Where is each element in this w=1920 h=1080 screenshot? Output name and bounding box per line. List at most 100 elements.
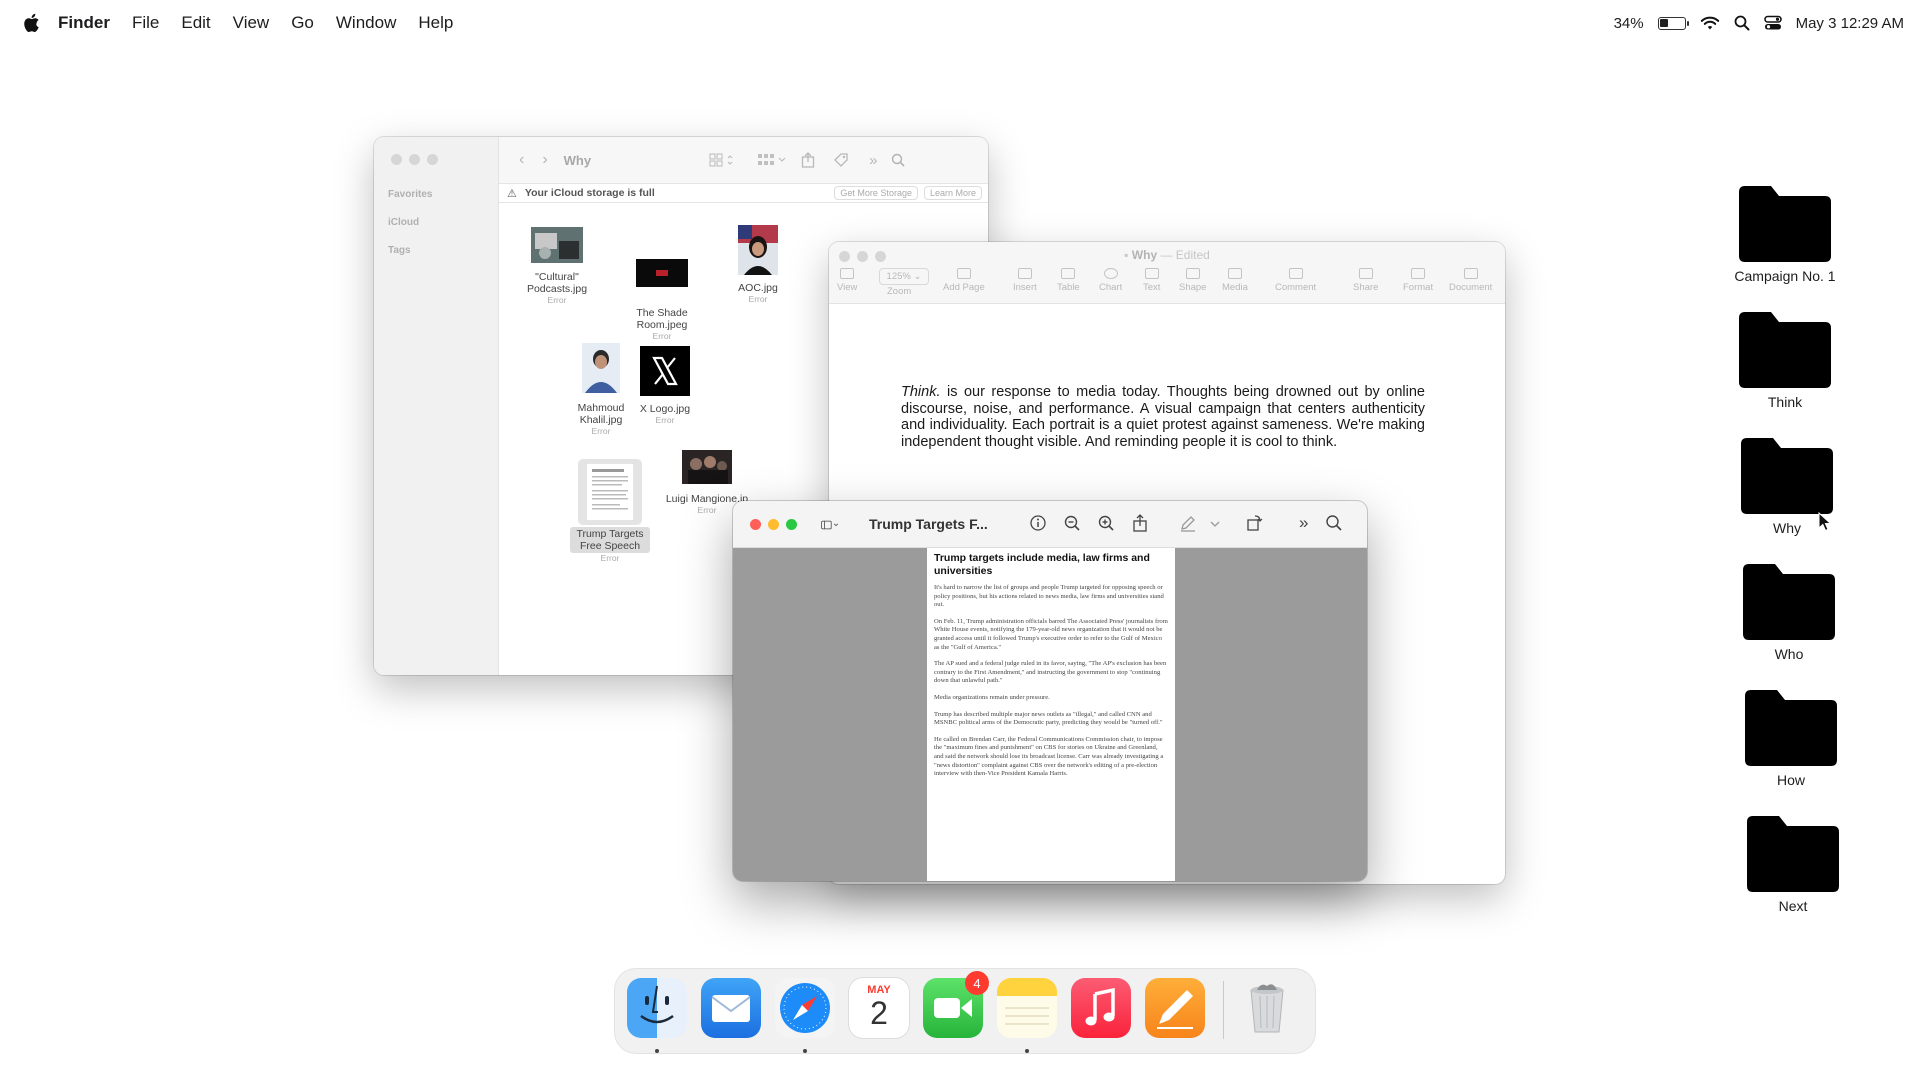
share-icon[interactable]	[801, 152, 815, 168]
apple-menu-icon[interactable]	[22, 13, 40, 33]
sidebar-section-favorites[interactable]: Favorites	[388, 189, 432, 200]
dock-finder-icon[interactable]	[627, 978, 687, 1038]
more-chevrons-icon[interactable]: »	[1299, 513, 1317, 532]
sidebar-section-icloud[interactable]: iCloud	[388, 217, 419, 228]
body-text: is our response to media today. Thoughts…	[901, 384, 1425, 450]
tool-label: Insert	[1013, 282, 1037, 293]
desktop-folder-why[interactable]: Why	[1717, 436, 1857, 536]
back-chevron-icon[interactable]: ‹	[519, 151, 524, 169]
document-thumbnail-icon	[585, 462, 635, 522]
tool-zoom-label: Zoom	[887, 286, 911, 297]
notes-lines-icon	[1005, 1007, 1049, 1025]
search-icon[interactable]	[891, 153, 906, 167]
icloud-storage-notice: ⚠ Your iCloud storage is full Get More S…	[499, 183, 988, 203]
zoom-in-icon[interactable]	[1097, 514, 1115, 532]
image-thumbnail-icon	[636, 259, 688, 287]
running-indicator	[803, 1049, 807, 1053]
icon-view-icon[interactable]	[709, 153, 735, 167]
tool-document[interactable]: Document	[1449, 268, 1492, 293]
folder-icon	[1741, 438, 1833, 514]
minimize-button[interactable]	[768, 519, 779, 530]
article-paragraph: Trump has described multiple major news …	[934, 710, 1163, 727]
file-name: AOC.jpg	[738, 282, 778, 294]
menu-view[interactable]: View	[233, 13, 270, 33]
more-chevrons-icon[interactable]: »	[869, 152, 877, 169]
markup-pen-icon[interactable]	[1179, 514, 1197, 532]
file-item[interactable]: AOC.jpg Error	[713, 225, 803, 304]
menu-edit[interactable]: Edit	[181, 13, 210, 33]
preview-window[interactable]: Trump Targets F... » Trump targets inclu…	[733, 501, 1367, 881]
dock-notes-icon[interactable]	[997, 978, 1057, 1038]
zoom-button[interactable]	[786, 519, 797, 530]
tool-shape[interactable]: Shape	[1179, 268, 1206, 293]
search-icon[interactable]	[1325, 514, 1343, 532]
image-thumbnail-icon	[738, 225, 778, 275]
sidebar-section-tags[interactable]: Tags	[388, 245, 411, 256]
tool-comment[interactable]: Comment	[1275, 268, 1316, 293]
close-button[interactable]	[391, 154, 402, 165]
tool-share[interactable]: Share	[1353, 268, 1378, 293]
rotate-icon[interactable]	[1245, 514, 1263, 532]
tool-view[interactable]: View	[837, 268, 857, 293]
folder-label: Why	[1773, 520, 1801, 536]
tool-media[interactable]: Media	[1222, 268, 1248, 293]
article-paragraph: On Feb. 11, Trump administration officia…	[934, 617, 1168, 651]
chevron-down-icon[interactable]	[1209, 514, 1221, 532]
info-icon[interactable]	[1029, 514, 1047, 532]
desktop-folder-who[interactable]: Who	[1719, 562, 1859, 662]
file-item[interactable]: The Shade Room.jpeg Error	[617, 259, 707, 341]
share-icon[interactable]	[1131, 514, 1149, 532]
desktop-folder-think[interactable]: Think	[1715, 310, 1855, 410]
tool-table[interactable]: Table	[1057, 268, 1080, 293]
menu-window[interactable]: Window	[336, 13, 396, 33]
dock-safari-icon[interactable]	[775, 978, 835, 1038]
close-button[interactable]	[750, 519, 761, 530]
pages-document-body[interactable]: Think. is our response to media today. T…	[901, 384, 1425, 450]
dock-music-icon[interactable]	[1071, 978, 1131, 1038]
wifi-icon[interactable]	[1700, 16, 1720, 31]
file-item[interactable]: X Logo.jpg Error	[620, 346, 710, 425]
forward-chevron-icon[interactable]: ›	[542, 151, 547, 169]
menu-app-name[interactable]: Finder	[58, 13, 110, 33]
tag-icon[interactable]	[833, 152, 849, 168]
file-status: Error	[591, 426, 611, 436]
dock-trash-icon[interactable]	[1237, 978, 1297, 1038]
tool-format[interactable]: Format	[1403, 268, 1433, 293]
tool-add-page[interactable]: Add Page	[943, 268, 985, 293]
tool-chart[interactable]: Chart	[1099, 268, 1122, 293]
menu-help[interactable]: Help	[418, 13, 453, 33]
desktop-folder-campaign[interactable]: Campaign No. 1	[1715, 184, 1855, 284]
zoom-select[interactable]: 125% ⌄	[879, 268, 929, 285]
tool-text[interactable]: Text	[1143, 268, 1160, 293]
menu-go[interactable]: Go	[291, 13, 314, 33]
menu-clock[interactable]: May 3 12:29 AM	[1796, 15, 1904, 32]
file-item-selected[interactable]: Trump Targets Free Speech Error	[570, 459, 650, 563]
sidebar-toggle-icon[interactable]	[821, 516, 839, 534]
spotlight-search-icon[interactable]	[1734, 15, 1750, 31]
file-status: Error	[655, 415, 675, 425]
file-item[interactable]: "Cultural" Podcasts.jpg Error	[512, 227, 602, 305]
tool-insert[interactable]: Insert	[1013, 268, 1037, 293]
control-center-icon[interactable]	[1763, 15, 1782, 31]
desktop-folder-how[interactable]: How	[1721, 688, 1861, 788]
group-view-icon[interactable]	[757, 153, 787, 167]
file-status: Error	[652, 331, 672, 341]
menu-file[interactable]: File	[132, 13, 159, 33]
desktop-folder-next[interactable]: Next	[1723, 814, 1863, 914]
preview-page[interactable]: Trump targets include media, law firms a…	[927, 548, 1175, 881]
zoom-button[interactable]	[427, 154, 438, 165]
dock-pages-icon[interactable]	[1145, 978, 1205, 1038]
tool-label: Comment	[1275, 282, 1317, 293]
tool-label: Text	[1143, 282, 1161, 293]
battery-icon[interactable]	[1657, 16, 1689, 30]
tool-label: Zoom	[887, 286, 912, 297]
get-more-storage-button[interactable]: Get More Storage	[834, 186, 918, 200]
learn-more-button[interactable]: Learn More	[923, 186, 982, 200]
zoom-out-icon[interactable]	[1063, 514, 1081, 532]
dock-mail-icon[interactable]	[701, 978, 761, 1038]
dock-calendar-icon[interactable]: MAY 2	[849, 978, 909, 1038]
minimize-button[interactable]	[409, 154, 420, 165]
sidebar-icon	[840, 268, 855, 279]
folder-icon	[1747, 816, 1839, 892]
running-indicator	[1025, 1049, 1029, 1053]
